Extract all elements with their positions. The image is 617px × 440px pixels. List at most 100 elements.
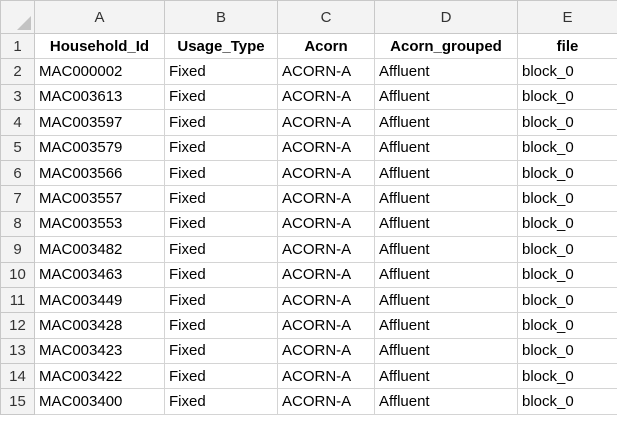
cell-file[interactable]: block_0 [517, 388, 617, 415]
cell-household-id[interactable]: MAC003482 [34, 236, 165, 263]
cell-household-id[interactable]: MAC003553 [34, 210, 165, 238]
cell-file[interactable]: block_0 [517, 312, 617, 339]
column-header-d[interactable]: D [374, 0, 518, 34]
table-row: 7 MAC003557 Fixed ACORN-A Affluent block_0 [0, 185, 617, 212]
row-header[interactable]: 15 [0, 388, 35, 415]
cell-household-id[interactable]: MAC003422 [34, 363, 165, 390]
cell-acorn[interactable]: ACORN-A [277, 388, 375, 415]
cell-header-file[interactable]: file [517, 32, 617, 60]
cell-file[interactable]: block_0 [517, 363, 617, 390]
cell-file[interactable]: block_0 [517, 159, 617, 187]
row-header[interactable]: 7 [0, 185, 35, 212]
cell-usage-type[interactable]: Fixed [164, 261, 278, 288]
cell-usage-type[interactable]: Fixed [164, 337, 278, 365]
cell-usage-type[interactable]: Fixed [164, 210, 278, 238]
cell-usage-type[interactable]: Fixed [164, 236, 278, 263]
row-header[interactable]: 9 [0, 236, 35, 263]
cell-household-id[interactable]: MAC003428 [34, 312, 165, 339]
cell-acorn[interactable]: ACORN-A [277, 363, 375, 390]
column-header-c[interactable]: C [277, 0, 375, 34]
cell-usage-type[interactable]: Fixed [164, 109, 278, 136]
cell-usage-type[interactable]: Fixed [164, 159, 278, 187]
row-header[interactable]: 1 [0, 32, 35, 60]
row-header[interactable]: 14 [0, 363, 35, 390]
cell-file[interactable]: block_0 [517, 83, 617, 111]
cell-usage-type[interactable]: Fixed [164, 363, 278, 390]
cell-acorn-grouped[interactable]: Affluent [374, 363, 518, 390]
cell-usage-type[interactable]: Fixed [164, 134, 278, 161]
cell-household-id[interactable]: MAC003449 [34, 286, 165, 314]
cell-household-id[interactable]: MAC000002 [34, 58, 165, 85]
cell-file[interactable]: block_0 [517, 185, 617, 212]
cell-acorn-grouped[interactable]: Affluent [374, 286, 518, 314]
cell-acorn-grouped[interactable]: Affluent [374, 312, 518, 339]
cell-usage-type[interactable]: Fixed [164, 312, 278, 339]
cell-household-id[interactable]: MAC003613 [34, 83, 165, 111]
cell-acorn[interactable]: ACORN-A [277, 236, 375, 263]
cell-acorn[interactable]: ACORN-A [277, 134, 375, 161]
cell-acorn[interactable]: ACORN-A [277, 185, 375, 212]
cell-household-id[interactable]: MAC003423 [34, 337, 165, 365]
cell-header-household-id[interactable]: Household_Id [34, 32, 165, 60]
select-all-button[interactable] [0, 0, 35, 34]
cell-acorn-grouped[interactable]: Affluent [374, 337, 518, 365]
cell-usage-type[interactable]: Fixed [164, 83, 278, 111]
row-header[interactable]: 8 [0, 210, 35, 238]
cell-acorn-grouped[interactable]: Affluent [374, 109, 518, 136]
cell-acorn[interactable]: ACORN-A [277, 312, 375, 339]
cell-file[interactable]: block_0 [517, 58, 617, 85]
cell-file[interactable]: block_0 [517, 286, 617, 314]
cell-acorn[interactable]: ACORN-A [277, 159, 375, 187]
cell-acorn[interactable]: ACORN-A [277, 210, 375, 238]
table-row: 4 MAC003597 Fixed ACORN-A Affluent block_0 [0, 109, 617, 136]
cell-acorn-grouped[interactable]: Affluent [374, 261, 518, 288]
cell-household-id[interactable]: MAC003579 [34, 134, 165, 161]
cell-acorn-grouped[interactable]: Affluent [374, 236, 518, 263]
row-header[interactable]: 10 [0, 261, 35, 288]
cell-header-acorn-grouped[interactable]: Acorn_grouped [374, 32, 518, 60]
cell-household-id[interactable]: MAC003566 [34, 159, 165, 187]
cell-usage-type[interactable]: Fixed [164, 185, 278, 212]
cell-household-id[interactable]: MAC003597 [34, 109, 165, 136]
cell-header-acorn[interactable]: Acorn [277, 32, 375, 60]
column-header-a[interactable]: A [34, 0, 165, 34]
cell-usage-type[interactable]: Fixed [164, 388, 278, 415]
cell-acorn[interactable]: ACORN-A [277, 109, 375, 136]
cell-usage-type[interactable]: Fixed [164, 286, 278, 314]
cell-file[interactable]: block_0 [517, 134, 617, 161]
row-header[interactable]: 12 [0, 312, 35, 339]
cell-acorn[interactable]: ACORN-A [277, 83, 375, 111]
row-header[interactable]: 13 [0, 337, 35, 365]
cell-acorn[interactable]: ACORN-A [277, 261, 375, 288]
cell-acorn[interactable]: ACORN-A [277, 286, 375, 314]
row-header[interactable]: 2 [0, 58, 35, 85]
cell-acorn-grouped[interactable]: Affluent [374, 83, 518, 111]
row-header[interactable]: 3 [0, 83, 35, 111]
table-row: 11 MAC003449 Fixed ACORN-A Affluent block_0 [0, 286, 617, 314]
column-header-b[interactable]: B [164, 0, 278, 34]
cell-acorn-grouped[interactable]: Affluent [374, 159, 518, 187]
cell-acorn-grouped[interactable]: Affluent [374, 58, 518, 85]
cell-household-id[interactable]: MAC003400 [34, 388, 165, 415]
row-header[interactable]: 4 [0, 109, 35, 136]
cell-acorn-grouped[interactable]: Affluent [374, 210, 518, 238]
cell-file[interactable]: block_0 [517, 109, 617, 136]
cell-acorn-grouped[interactable]: Affluent [374, 134, 518, 161]
cell-household-id[interactable]: MAC003463 [34, 261, 165, 288]
cell-file[interactable]: block_0 [517, 210, 617, 238]
cell-file[interactable]: block_0 [517, 236, 617, 263]
cell-usage-type[interactable]: Fixed [164, 58, 278, 85]
cell-acorn-grouped[interactable]: Affluent [374, 388, 518, 415]
row-header[interactable]: 5 [0, 134, 35, 161]
cell-acorn-grouped[interactable]: Affluent [374, 185, 518, 212]
cell-household-id[interactable]: MAC003557 [34, 185, 165, 212]
table-row: 2 MAC000002 Fixed ACORN-A Affluent block_0 [0, 58, 617, 85]
cell-header-usage-type[interactable]: Usage_Type [164, 32, 278, 60]
cell-file[interactable]: block_0 [517, 261, 617, 288]
cell-file[interactable]: block_0 [517, 337, 617, 365]
row-header[interactable]: 11 [0, 286, 35, 314]
column-header-e[interactable]: E [517, 0, 617, 34]
cell-acorn[interactable]: ACORN-A [277, 337, 375, 365]
cell-acorn[interactable]: ACORN-A [277, 58, 375, 85]
row-header[interactable]: 6 [0, 159, 35, 187]
